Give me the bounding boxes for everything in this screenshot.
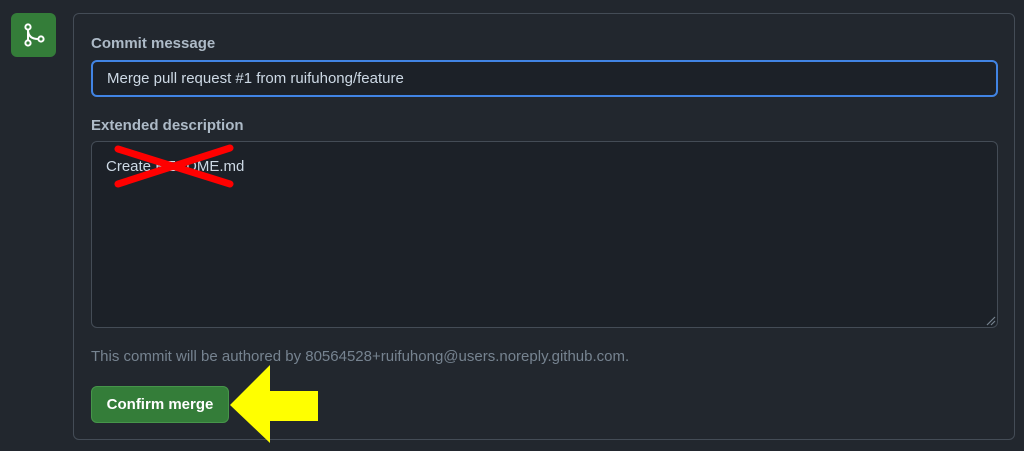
commit-author-note: This commit will be authored by 80564528… (91, 348, 630, 365)
commit-message-input[interactable] (91, 60, 998, 97)
git-merge-icon (23, 23, 45, 47)
merge-badge (11, 13, 56, 57)
commit-message-label: Commit message (91, 35, 216, 52)
merge-page: Commit message Extended description Crea… (0, 0, 1024, 451)
extended-description-label: Extended description (91, 117, 244, 134)
extended-description-textarea[interactable]: Create README.md (91, 141, 998, 328)
confirm-merge-button[interactable]: Confirm merge (91, 386, 229, 423)
resize-handle-icon[interactable] (984, 314, 996, 326)
